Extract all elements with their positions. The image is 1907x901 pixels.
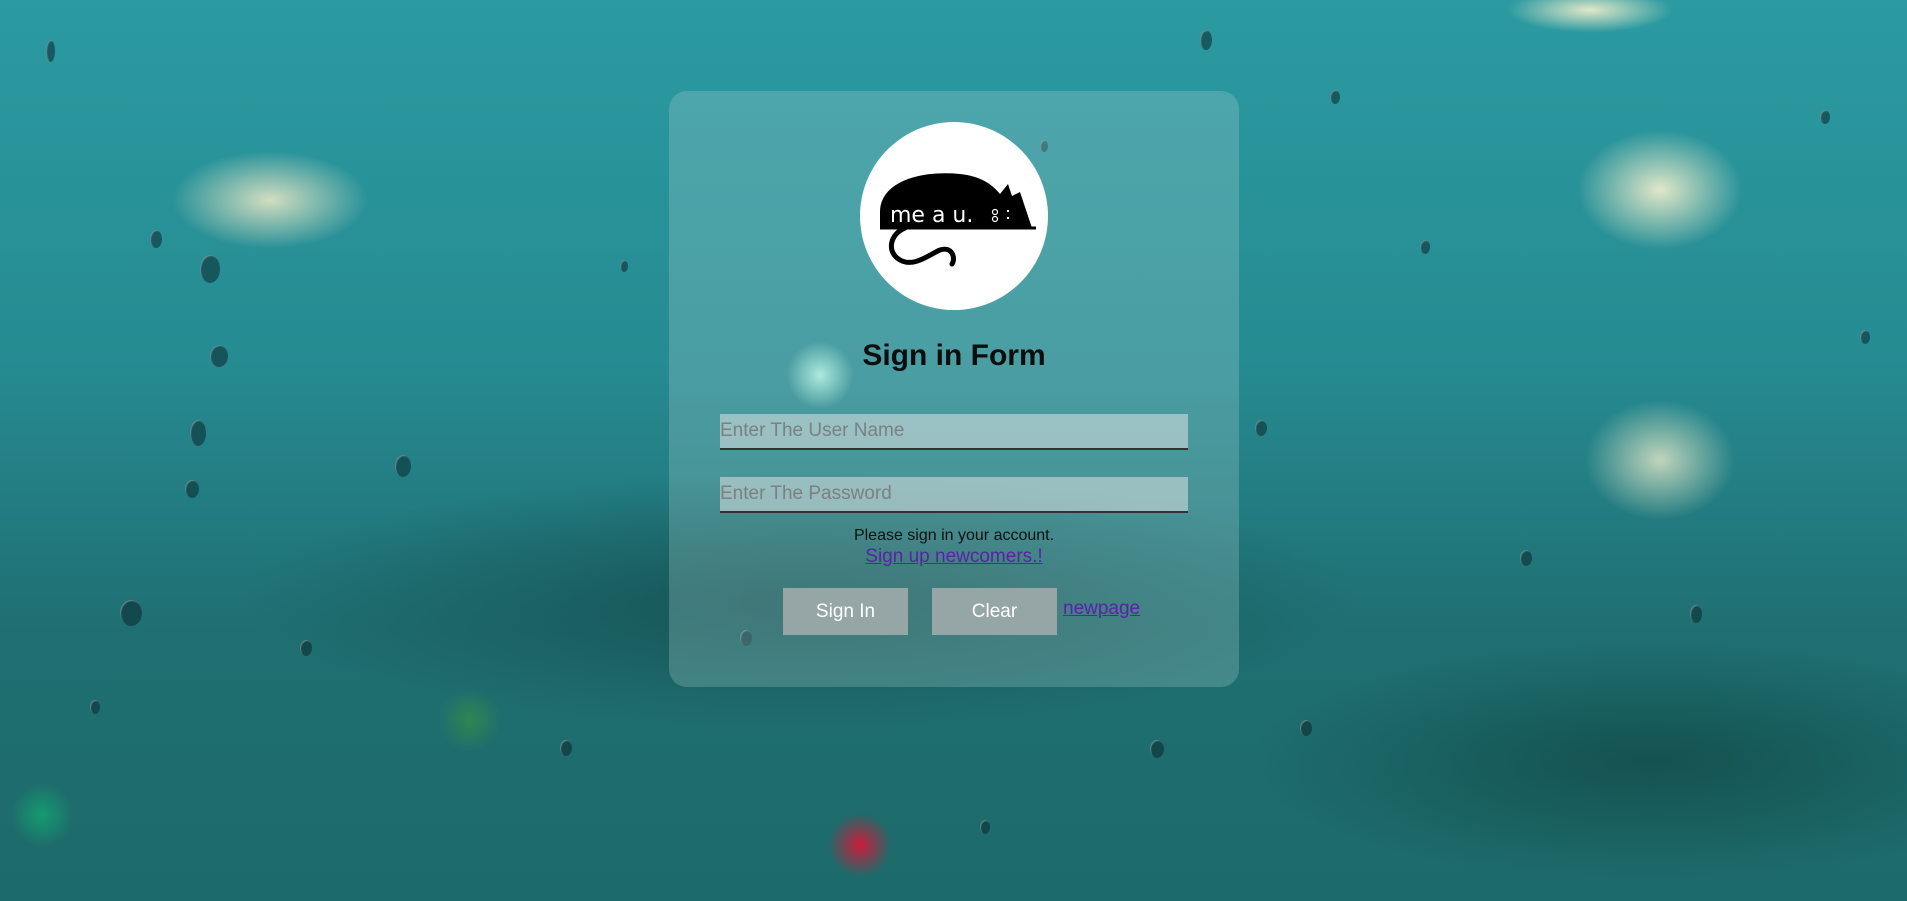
sign-in-hint: Please sign in your account. [853, 527, 1055, 544]
sign-in-button[interactable]: Sign In [783, 588, 908, 635]
password-input[interactable] [720, 477, 1188, 513]
cat-logo: me a u. [860, 122, 1048, 310]
newpage-link[interactable]: newpage [1063, 598, 1140, 620]
username-input[interactable] [720, 414, 1188, 450]
sign-in-card: me a u. Sign in Form Please sign in your… [669, 91, 1239, 687]
svg-text:me a u.: me a u. [890, 203, 973, 228]
signup-link[interactable]: Sign up newcomers.! [865, 546, 1042, 567]
signup-link-container: Sign up newcomers.! [669, 546, 1239, 568]
form-title: Sign in Form [862, 339, 1046, 372]
cat-logo-icon: me a u. [880, 173, 1036, 267]
clear-button[interactable]: Clear [932, 588, 1057, 635]
